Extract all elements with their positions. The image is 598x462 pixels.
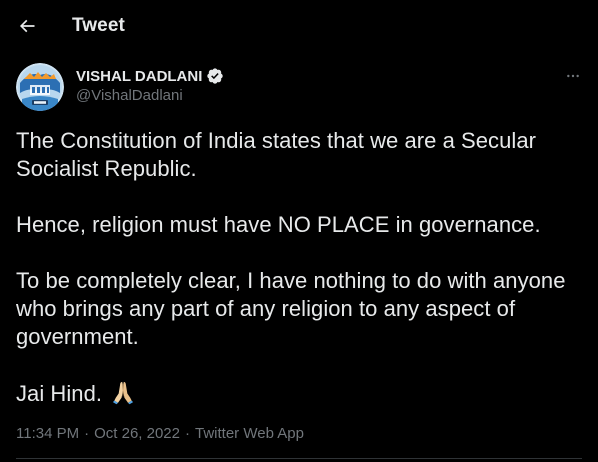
arrow-left-icon — [19, 19, 35, 33]
tweet-paragraph-last: Jai Hind. — [16, 379, 582, 408]
tweet-text: The Constitution of India states that we… — [16, 127, 582, 408]
avatar[interactable] — [16, 63, 64, 111]
top-bar: Tweet — [0, 0, 598, 53]
tweet-paragraph: The Constitution of India states that we… — [16, 128, 536, 181]
display-name-row: VISHAL DADLANI — [76, 67, 224, 85]
divider — [16, 458, 582, 459]
back-button[interactable] — [10, 9, 44, 43]
display-name[interactable]: VISHAL DADLANI — [76, 68, 202, 85]
tweet-time[interactable]: 11:34 PM — [16, 425, 79, 442]
tweet-paragraph: Hence, religion must have NO PLACE in go… — [16, 212, 541, 237]
meta-separator: · — [84, 425, 90, 442]
more-horizontal-icon — [567, 74, 579, 78]
tweet-metadata: 11:34 PM · Oct 26, 2022 · Twitter Web Ap… — [16, 425, 304, 442]
folded-hands-emoji-icon — [113, 381, 134, 405]
meta-separator: · — [185, 425, 190, 442]
tweet-date[interactable]: Oct 26, 2022 — [94, 425, 180, 442]
tweet-sign-off: Jai Hind. — [16, 381, 103, 406]
more-options-button[interactable] — [562, 65, 584, 87]
user-handle[interactable]: @VishalDadlani — [76, 87, 224, 104]
tweet-source[interactable]: Twitter Web App — [195, 425, 304, 442]
avatar-image — [16, 63, 64, 111]
tweet-paragraph: To be completely clear, I have nothing t… — [16, 268, 566, 349]
author-info: VISHAL DADLANI @VishalDadlani — [76, 67, 224, 104]
page-title: Tweet — [72, 15, 125, 36]
verified-badge-icon — [207, 68, 224, 84]
